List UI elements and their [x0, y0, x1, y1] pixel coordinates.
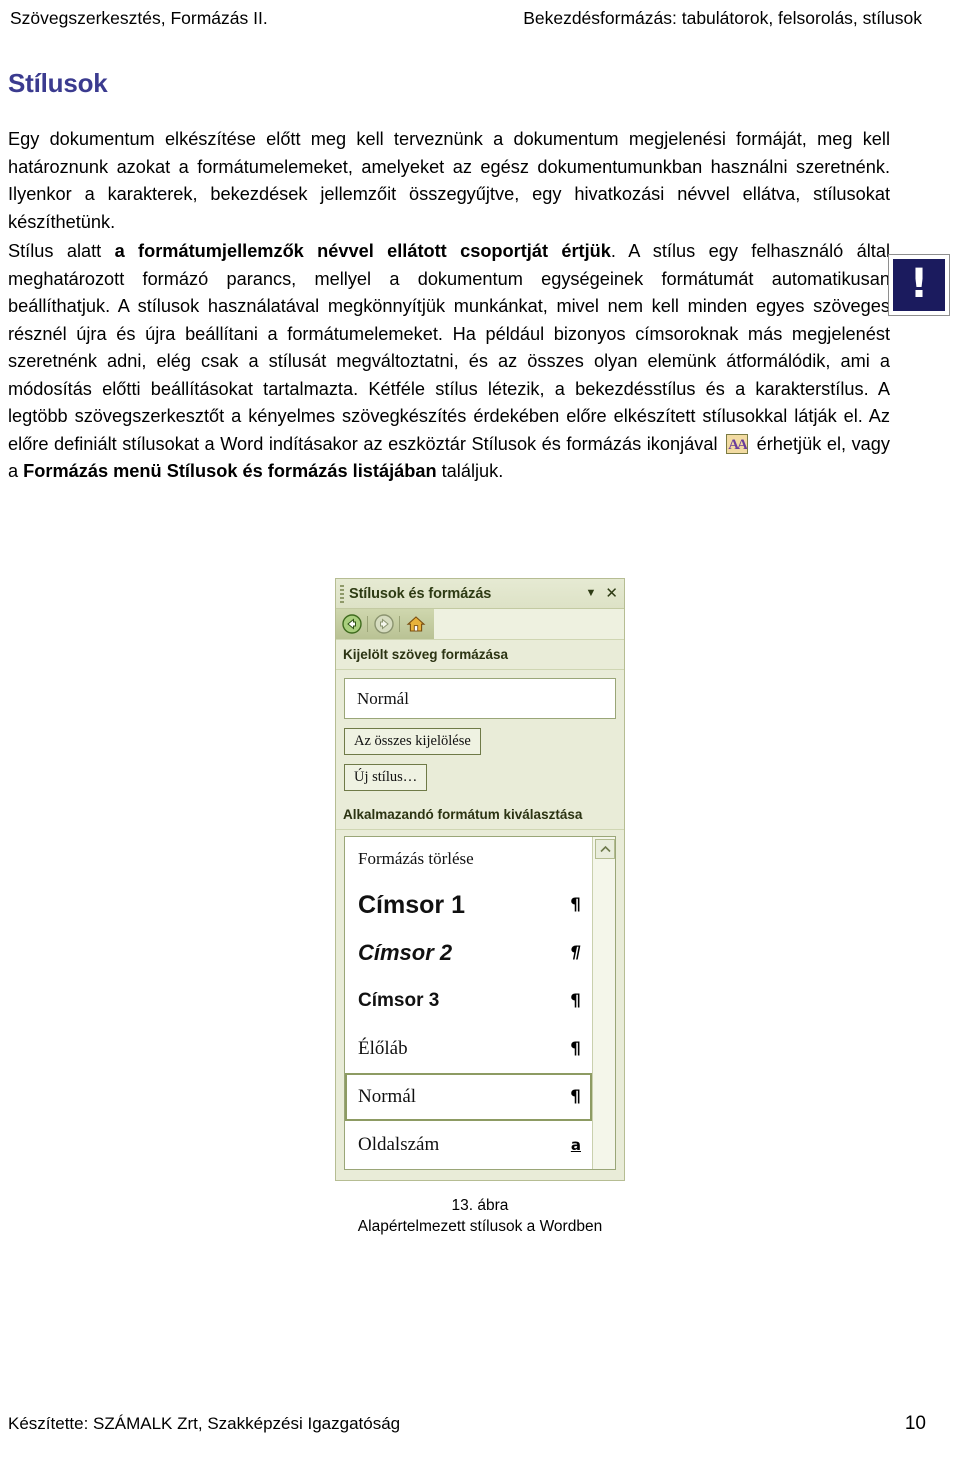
attention-note-badge: !: [892, 258, 946, 312]
close-icon[interactable]: ✕: [605, 586, 618, 601]
drag-gripper-icon[interactable]: [340, 584, 344, 603]
style-name: Formázás törlése: [358, 849, 474, 868]
header-left-text: Szövegszerkesztés, Formázás II.: [10, 8, 268, 28]
page-number: 10: [904, 1413, 926, 1434]
home-button[interactable]: [404, 613, 427, 635]
styles-and-formatting-icon: AA: [726, 433, 749, 454]
par2-rest: . A stílus egy felhasználó által meghatá…: [8, 241, 891, 454]
selected-text-format-label: Kijelölt szöveg formázása: [336, 640, 624, 670]
list-item[interactable]: Oldalszám a: [345, 1121, 592, 1169]
style-name: Normál: [358, 1086, 417, 1107]
style-name: Címsor 2: [358, 940, 453, 965]
par2-bold-menu: Formázás menü Stílusok és formázás listá…: [23, 461, 437, 481]
header-right-text: Bekezdésformázás: tabulátorok, felsorolá…: [523, 8, 922, 28]
forward-button[interactable]: [372, 613, 395, 635]
figure-number: 13. ábra: [451, 1197, 509, 1214]
apply-format-label: Alkalmazandó formátum kiválasztása: [336, 800, 624, 830]
nav-separator: [367, 616, 368, 632]
styles-list-scrollbar[interactable]: [592, 837, 615, 1169]
forward-arrow-icon: [373, 614, 394, 634]
style-name: Címsor 3: [358, 990, 440, 1011]
list-item[interactable]: Címsor 1 ¶: [345, 881, 592, 929]
figure-caption: 13. ábra Alapértelmezett stílusok a Word…: [0, 1195, 960, 1237]
back-arrow-icon: [341, 614, 362, 634]
style-name: Oldalszám: [358, 1134, 440, 1155]
style-preview-box[interactable]: Normál: [344, 678, 616, 719]
par2-bold-definition: a formátumjellemzők névvel ellátott csop…: [114, 241, 611, 261]
list-item[interactable]: Címsor 2 ¶: [345, 929, 592, 977]
word-task-pane: Stílusok és formázás ▼ ✕ Kijelölt szöveg…: [335, 578, 625, 1181]
style-name: Élőláb: [358, 1038, 408, 1059]
task-pane-titlebar: Stílusok és formázás ▼ ✕: [336, 579, 624, 609]
paragraph-definition: Stílus alatt a formátumjellemzők névvel …: [8, 238, 890, 486]
list-item[interactable]: Élőláb ¶: [345, 1025, 592, 1073]
nav-separator: [399, 616, 400, 632]
page-running-footer: Készítette: SZÁMALK Zrt, Szakképzési Iga…: [8, 1413, 952, 1435]
task-pane-buttons-2: Új stílus…: [336, 755, 624, 791]
list-item-selected[interactable]: Normál ¶: [345, 1073, 592, 1121]
page-title: Stílusok: [8, 68, 108, 98]
styles-icon-glyph: AA: [728, 436, 747, 453]
chevron-down-icon[interactable]: ▼: [586, 588, 597, 599]
task-pane-buttons: Az összes kijelölése: [336, 719, 624, 755]
scroll-up-button[interactable]: [595, 839, 615, 859]
select-all-button[interactable]: Az összes kijelölése: [344, 728, 481, 755]
figure-styles-taskpane: Stílusok és formázás ▼ ✕ Kijelölt szöveg…: [0, 578, 960, 1237]
list-item[interactable]: Formázás törlése: [345, 837, 592, 881]
exclamation-icon: !: [909, 261, 929, 307]
character-mark-icon: a: [570, 1136, 581, 1154]
footer-left-text: Készítette: SZÁMALK Zrt, Szakképzési Iga…: [8, 1414, 401, 1433]
task-pane-nav-group: [336, 609, 434, 639]
paragraph-intro: Egy dokumentum elkészítése előtt meg kel…: [8, 129, 890, 232]
page-running-header: Szövegszerkesztés, Formázás II. Bekezdés…: [8, 8, 952, 36]
paragraph-mark-icon: ¶: [570, 991, 581, 1011]
list-item[interactable]: Címsor 3 ¶: [345, 977, 592, 1025]
home-icon: [406, 616, 425, 632]
paragraph-mark-icon: ¶: [570, 943, 581, 963]
figure-caption-text: Alapértelmezett stílusok a Wordben: [357, 1218, 603, 1235]
paragraph-mark-icon: ¶: [570, 1087, 581, 1107]
par2-lead: Stílus alatt: [8, 241, 115, 261]
document-body: Stílusok Egy dokumentum elkészítése előt…: [8, 68, 890, 488]
attention-note-icon: !: [888, 254, 950, 316]
task-pane-title: Stílusok és formázás: [349, 585, 492, 602]
task-pane-navbar: [336, 609, 624, 640]
paragraph-mark-icon: ¶: [570, 1039, 581, 1059]
chevron-up-icon: [599, 845, 611, 853]
paragraph-mark-icon: ¶: [570, 895, 581, 915]
par2-tail: találjuk.: [436, 461, 504, 481]
new-style-button[interactable]: Új stílus…: [344, 764, 428, 791]
styles-list-items: Formázás törlése Címsor 1 ¶ Címsor 2 ¶ C…: [345, 837, 592, 1169]
style-name: Címsor 1: [358, 890, 465, 919]
back-button[interactable]: [340, 613, 363, 635]
styles-list: Formázás törlése Címsor 1 ¶ Címsor 2 ¶ C…: [344, 836, 616, 1170]
